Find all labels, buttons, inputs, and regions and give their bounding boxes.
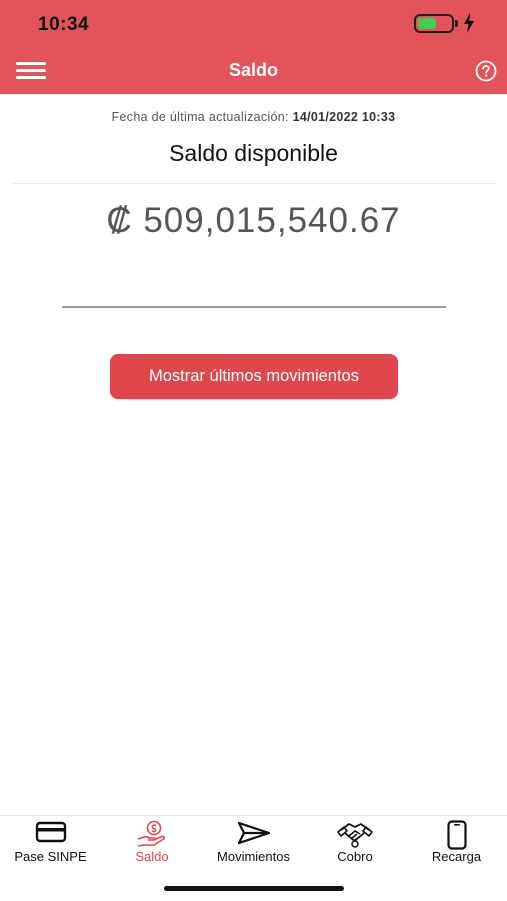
tab-label: Saldo bbox=[135, 849, 169, 864]
tab-label: Recarga bbox=[431, 849, 482, 864]
battery-level bbox=[418, 18, 436, 29]
hand-coin-icon bbox=[137, 820, 166, 847]
battery-icon bbox=[414, 14, 454, 33]
divider bbox=[12, 183, 496, 184]
phone-icon bbox=[447, 820, 467, 850]
tab-label: Pase SINPE bbox=[14, 849, 87, 864]
tab-label: Movimientos bbox=[217, 849, 290, 864]
show-movements-button[interactable]: Mostrar últimos movimientos bbox=[110, 354, 398, 399]
battery-tip bbox=[455, 20, 458, 27]
page-title: Saldo bbox=[228, 60, 278, 80]
tab-cobro[interactable]: Cobro bbox=[304, 816, 406, 876]
tab-pase-sinpe[interactable]: Pase SINPE bbox=[0, 816, 101, 876]
last-update: Fecha de última actualización: 14/01/202… bbox=[0, 110, 507, 124]
last-update-value: 14/01/2022 10:33 bbox=[292, 110, 396, 124]
home-indicator[interactable] bbox=[164, 886, 344, 891]
app-header: 10:34 Saldo bbox=[0, 0, 507, 94]
status-time: 10:34 bbox=[38, 14, 90, 35]
card-icon bbox=[35, 821, 67, 843]
tab-recarga[interactable]: Recarga bbox=[406, 816, 507, 876]
balance-amount: ₡ 509,015,540.67 bbox=[106, 201, 401, 240]
send-icon bbox=[237, 821, 271, 845]
help-icon[interactable] bbox=[475, 60, 497, 82]
amount-underline bbox=[62, 306, 446, 308]
tab-label: Cobro bbox=[337, 849, 373, 864]
charging-bolt-icon bbox=[464, 13, 474, 33]
handshake-icon bbox=[337, 823, 373, 848]
tab-movimientos[interactable]: Movimientos bbox=[203, 816, 304, 876]
last-update-label: Fecha de última actualización: bbox=[111, 110, 289, 124]
tab-saldo[interactable]: Saldo bbox=[101, 816, 203, 876]
balance-title: Saldo disponible bbox=[169, 140, 338, 166]
